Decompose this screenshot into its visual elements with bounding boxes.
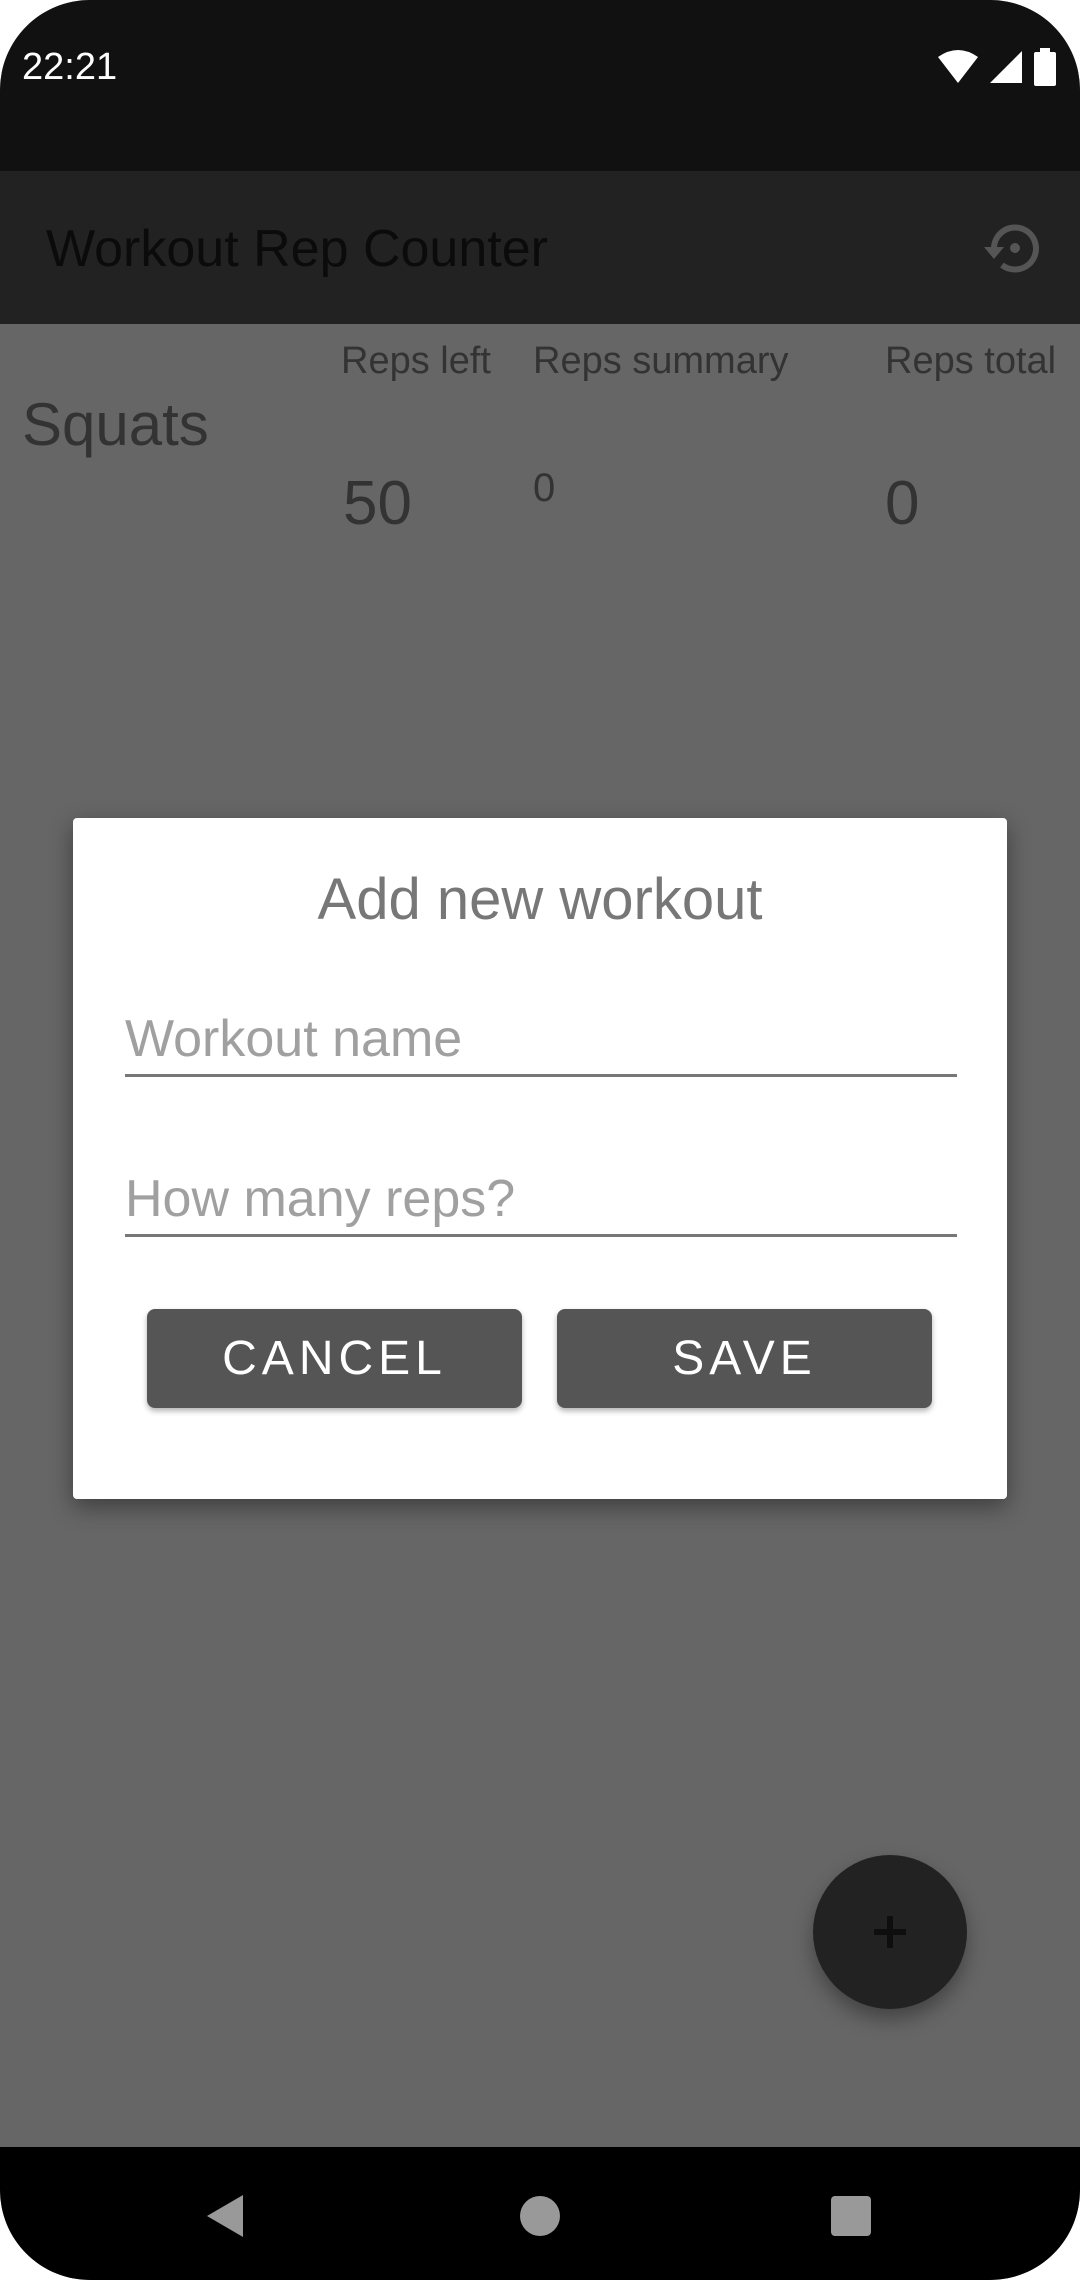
- history-button[interactable]: [978, 213, 1048, 283]
- reps-count-input[interactable]: [125, 1164, 957, 1237]
- recents-icon: [831, 2196, 871, 2236]
- workout-name-input[interactable]: [125, 1004, 957, 1077]
- reps-left-value: 50: [343, 469, 412, 538]
- cellular-signal-icon: [990, 51, 1022, 83]
- back-icon: [207, 2195, 243, 2237]
- phone-screen: 22:21 Workout Rep Counter Reps left Reps…: [0, 0, 1080, 2280]
- home-button[interactable]: [515, 2191, 565, 2241]
- save-button[interactable]: SAVE: [557, 1309, 932, 1408]
- column-header-reps-left: Reps left: [341, 340, 491, 382]
- status-time: 22:21: [22, 46, 118, 88]
- workout-name: Squats: [22, 391, 209, 458]
- back-button[interactable]: [200, 2191, 250, 2241]
- add-workout-dialog: Add new workout CANCEL SAVE: [73, 818, 1007, 1499]
- status-bar: 22:21: [0, 0, 1080, 171]
- reps-total-value: 0: [885, 469, 920, 538]
- reps-summary-value: 0: [533, 466, 556, 510]
- dialog-title: Add new workout: [317, 867, 763, 932]
- app-title: Workout Rep Counter: [46, 220, 548, 278]
- cancel-button[interactable]: CANCEL: [147, 1309, 522, 1408]
- add-workout-fab[interactable]: [813, 1855, 967, 2009]
- restore-icon: [984, 224, 1039, 273]
- column-header-reps-total: Reps total: [885, 340, 1057, 382]
- plus-icon: [874, 1916, 906, 1948]
- recents-button[interactable]: [826, 2191, 876, 2241]
- battery-icon: [1034, 48, 1056, 86]
- wifi-icon: [938, 50, 978, 83]
- column-header-reps-summary: Reps summary: [533, 340, 789, 382]
- navigation-bar: [0, 2147, 1080, 2280]
- home-icon: [520, 2196, 560, 2236]
- app-toolbar: Workout Rep Counter: [0, 171, 1080, 324]
- status-icons: [938, 48, 1056, 86]
